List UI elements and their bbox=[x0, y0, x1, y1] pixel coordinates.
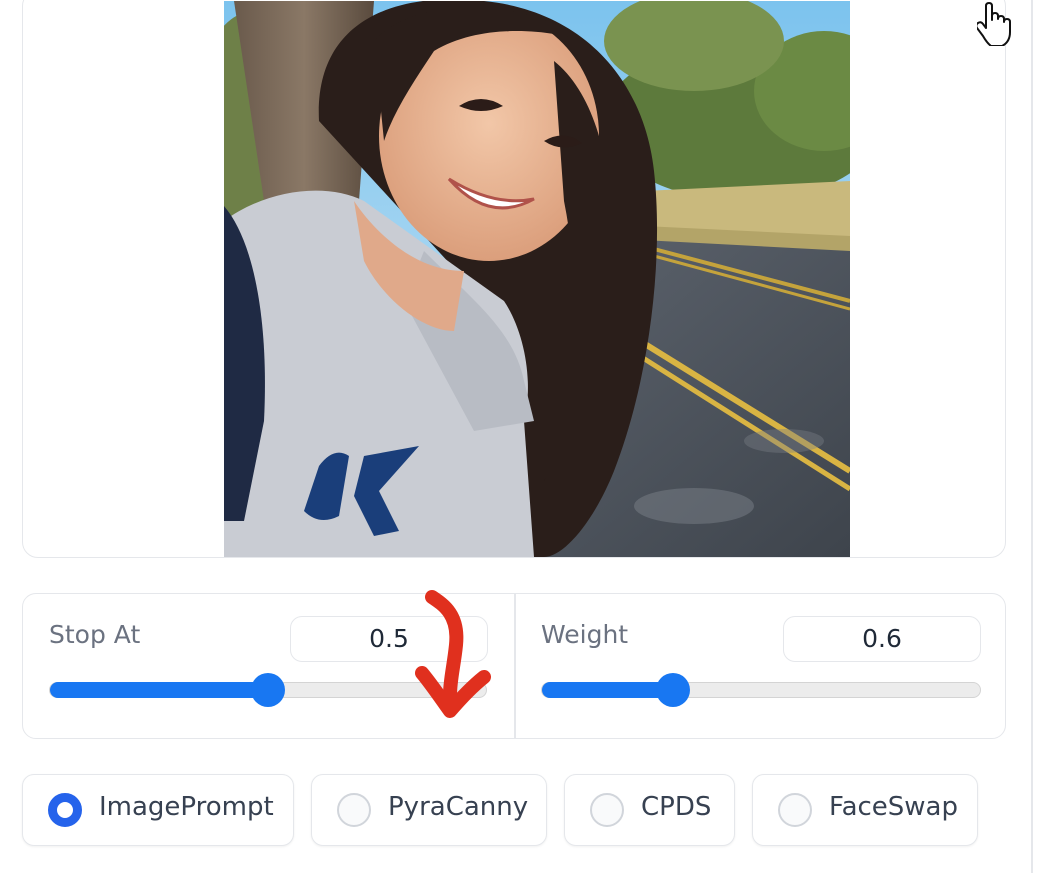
radio-label: ImagePrompt bbox=[99, 792, 274, 822]
radio-button[interactable] bbox=[48, 793, 82, 827]
stop-at-slider-fill bbox=[50, 681, 268, 698]
image-prompt-panel[interactable] bbox=[22, 0, 1006, 558]
radio-label: FaceSwap bbox=[829, 792, 958, 822]
radio-option-pyracanny[interactable]: PyraCanny bbox=[311, 774, 547, 846]
radio-button[interactable] bbox=[778, 793, 812, 827]
radio-label: CPDS bbox=[641, 792, 712, 822]
weight-number-input[interactable]: 0.6 bbox=[783, 616, 981, 662]
stop-at-slider-thumb[interactable] bbox=[251, 673, 285, 707]
weight-label: Weight bbox=[541, 620, 629, 649]
weight-slider-fill bbox=[542, 681, 674, 698]
weight-slider-thumb[interactable] bbox=[656, 673, 691, 707]
radio-option-faceswap[interactable]: FaceSwap bbox=[752, 774, 978, 846]
hand-pointer-icon bbox=[977, 2, 1011, 46]
radio-option-cpds[interactable]: CPDS bbox=[564, 774, 735, 846]
radio-label: PyraCanny bbox=[388, 792, 529, 822]
input-image bbox=[224, 1, 850, 557]
red-arrow-down-icon bbox=[415, 590, 491, 718]
scrollbar-track bbox=[1031, 0, 1033, 873]
weight-slider[interactable] bbox=[541, 673, 981, 707]
slider-divider bbox=[514, 594, 516, 738]
radio-option-imageprompt[interactable]: ImagePrompt bbox=[22, 774, 294, 846]
controlnet-sliders-panel: Stop At 0.5 Weight 0.6 bbox=[22, 593, 1006, 739]
radio-button[interactable] bbox=[590, 793, 624, 827]
stop-at-label: Stop At bbox=[49, 620, 141, 649]
radio-button[interactable] bbox=[337, 793, 371, 827]
